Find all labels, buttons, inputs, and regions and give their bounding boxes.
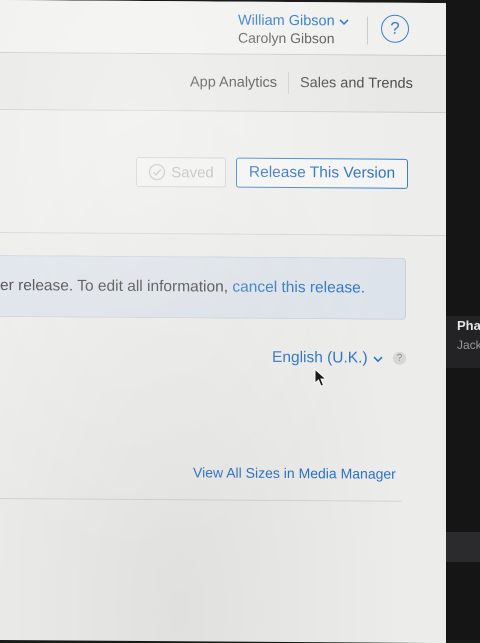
info-banner: er release. To edit all information, can… <box>0 255 406 320</box>
secondary-nav: App Analytics Sales and Trends <box>0 53 446 114</box>
version-toolbar: Saved Release This Version <box>0 110 446 237</box>
nav-app-analytics[interactable]: App Analytics <box>190 74 277 91</box>
top-bar: William Gibson Carolyn Gibson ? <box>0 0 446 57</box>
language-label: English (U.K.) <box>272 348 368 367</box>
chevron-down-icon <box>339 18 349 25</box>
header-divider <box>367 16 368 45</box>
language-help-icon[interactable]: ? <box>393 351 406 365</box>
account-menu[interactable]: William Gibson Carolyn Gibson <box>238 13 349 47</box>
checkmark-circle-icon <box>149 163 166 181</box>
help-button[interactable]: ? <box>381 14 409 43</box>
user-name: William Gibson <box>238 12 335 30</box>
banner-message: er release. To edit all information, can… <box>0 277 365 298</box>
team-name: Carolyn Gibson <box>238 29 335 47</box>
saved-label: Saved <box>171 163 214 181</box>
background-window-strip <box>446 532 480 562</box>
background-window-title: Pha <box>457 318 480 333</box>
chevron-down-icon <box>373 356 383 362</box>
nav-sales-and-trends[interactable]: Sales and Trends <box>300 75 413 92</box>
app-window: William Gibson Carolyn Gibson ? App Anal… <box>0 0 446 643</box>
release-this-version-button[interactable]: Release This Version <box>236 157 408 189</box>
mouse-pointer-icon <box>314 368 328 387</box>
view-media-manager-link[interactable]: View All Sizes in Media Manager <box>193 464 396 481</box>
nav-divider <box>288 72 289 95</box>
language-selector[interactable]: English (U.K.) <box>272 349 383 368</box>
banner-text: er release. To edit all information, <box>0 277 233 296</box>
section-divider <box>0 498 402 502</box>
cancel-release-link[interactable]: cancel this release. <box>232 279 365 297</box>
saved-button: Saved <box>136 156 226 188</box>
user-name-row[interactable]: William Gibson <box>238 13 349 30</box>
background-window-subtitle: Jack <box>457 338 480 352</box>
